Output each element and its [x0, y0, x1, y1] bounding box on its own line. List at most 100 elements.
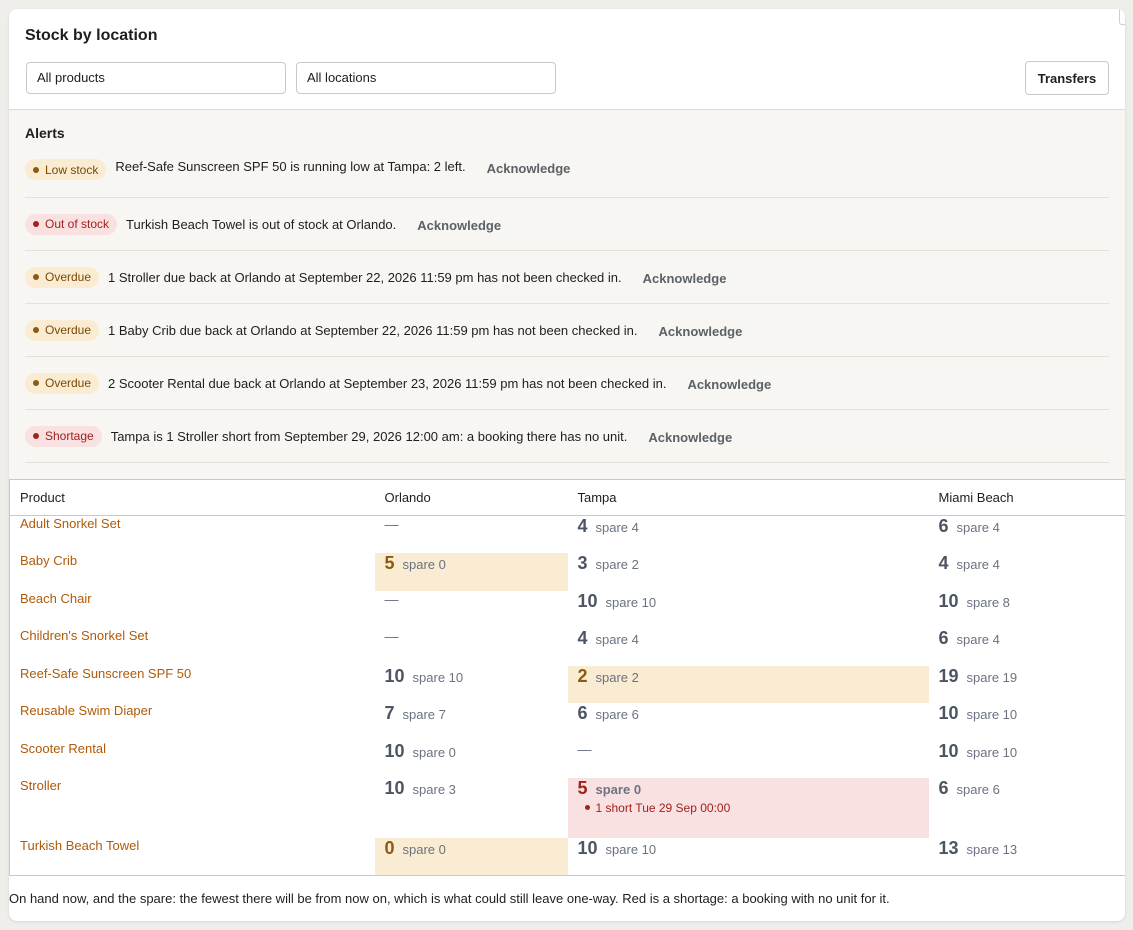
table-row: Adult Snorkel Set — 4 spare 4 6 spare 4 — [10, 516, 1126, 554]
table-row: Beach Chair — 10 spare 10 10 spare 8 — [10, 591, 1126, 629]
status-dot-icon — [584, 805, 590, 810]
status-dot-icon — [33, 166, 39, 173]
on-hand-qty: 10 — [384, 778, 405, 798]
spare-qty: spare 10 — [605, 594, 657, 610]
stock-cell: 2 spare 2 — [567, 665, 929, 703]
on-hand-qty: 2 — [577, 665, 588, 686]
alert-message: Tampa is 1 Stroller short from September… — [110, 428, 628, 444]
spare-qty: spare 10 — [605, 842, 657, 857]
alert-row: Overdue 2 Scooter Rental due back at Orla… — [25, 357, 1109, 410]
shortage-note: 1 short Tue 29 Sep 00:00 — [578, 801, 919, 815]
product-link[interactable]: Baby Crib — [20, 553, 77, 568]
on-hand-qty: 5 — [577, 778, 588, 798]
stock-cell: 10 spare 10 — [568, 591, 929, 629]
product-link[interactable]: Turkish Beach Towel — [20, 838, 139, 853]
acknowledge-button[interactable]: Acknowledge — [687, 375, 771, 392]
spare-qty: spare 3 — [412, 782, 456, 797]
status-dot-icon — [33, 274, 39, 280]
spare-qty: spare 0 — [402, 557, 446, 572]
stock-cell: — — [375, 628, 568, 666]
alert-badge-label: Shortage — [45, 429, 94, 443]
on-hand-qty: 10 — [577, 590, 598, 611]
shortage-note-text: 1 short Tue 29 Sep 00:00 — [595, 801, 731, 815]
column-header-tampa: Tampa — [567, 479, 929, 516]
product-link[interactable]: Children's Snorkel Set — [20, 628, 148, 643]
product-cell: Reef-Safe Sunscreen SPF 50 — [10, 666, 375, 704]
product-cell: Baby Crib — [10, 553, 375, 591]
acknowledge-button[interactable]: Acknowledge — [487, 159, 571, 176]
stock-cell: 6 spare 6 — [929, 778, 1126, 838]
alert-message: 1 Stroller due back at Orlando at Septem… — [108, 269, 622, 285]
status-dot-icon — [33, 380, 39, 386]
product-cell: Scooter Rental — [10, 741, 375, 779]
table-row: Stroller 10 spare 3 5 spare 0 1 short Tue 29 … — [10, 778, 1126, 838]
on-hand-qty: 10 — [938, 703, 959, 723]
product-cell: Turkish Beach Towel — [10, 838, 375, 876]
status-dot-icon — [33, 221, 39, 227]
alert-message: 1 Baby Crib due back at Orlando at Septe… — [108, 322, 638, 338]
product-link[interactable]: Stroller — [20, 778, 61, 793]
locations-filter-select[interactable]: All locations — [296, 62, 556, 94]
product-link[interactable]: Adult Snorkel Set — [20, 516, 120, 531]
stock-cell: 10 spare 10 — [929, 703, 1126, 741]
stock-cell: 10 spare 10 — [568, 838, 929, 876]
on-hand-qty: 10 — [384, 740, 405, 761]
alerts-title: Alerts — [25, 125, 65, 141]
on-hand-qty: 4 — [577, 628, 588, 648]
spare-qty: spare 10 — [966, 744, 1018, 760]
alert-badge-label: Overdue — [45, 376, 92, 390]
spare-qty: spare 7 — [402, 707, 446, 722]
table-header-row: Product Orlando Tampa Miami Beach — [9, 479, 1125, 516]
transfers-button[interactable]: Transfers — [1025, 61, 1109, 95]
spare-qty: spare 10 — [966, 707, 1018, 722]
on-hand-qty: 10 — [938, 740, 959, 761]
on-hand-qty: 6 — [938, 628, 949, 648]
acknowledge-button[interactable]: Acknowledge — [417, 216, 501, 233]
product-link[interactable]: Reef-Safe Sunscreen SPF 50 — [20, 666, 191, 681]
acknowledge-button[interactable]: Acknowledge — [648, 428, 732, 445]
stock-cell: — — [568, 741, 929, 779]
product-cell: Reusable Swim Diaper — [10, 703, 375, 741]
stock-cell: — — [375, 591, 568, 629]
stock-cell: 5 spare 0 — [374, 553, 568, 591]
spare-qty: spare 8 — [966, 594, 1010, 610]
alert-message: 2 Scooter Rental due back at Orlando at … — [108, 375, 667, 391]
product-link[interactable]: Beach Chair — [20, 591, 92, 606]
stock-card: Stock by location All products All locat… — [9, 9, 1125, 921]
spare-qty: spare 4 — [595, 520, 639, 535]
alert-row: Overdue 1 Baby Crib due back at Orlando a… — [25, 304, 1109, 357]
spare-qty: spare 2 — [595, 669, 639, 685]
alert-row: Shortage Tampa is 1 Stroller short from S… — [25, 410, 1109, 463]
on-hand-qty: 10 — [938, 590, 959, 611]
no-stock-dash: — — [384, 516, 399, 532]
product-link[interactable]: Scooter Rental — [20, 741, 106, 756]
on-hand-qty: 0 — [384, 838, 395, 858]
table-row: Baby Crib 5 spare 0 3 spare 2 4 spare 4 — [10, 553, 1126, 591]
stock-table: Product Orlando Tampa Miami Beach Adult … — [9, 479, 1125, 876]
no-stock-dash: — — [577, 740, 592, 757]
table-row: Reef-Safe Sunscreen SPF 50 10 spare 10 2 spa… — [10, 665, 1126, 704]
alert-badge: Out of stock — [25, 213, 118, 235]
product-cell: Stroller — [10, 778, 375, 838]
spare-qty: spare 0 — [402, 842, 446, 857]
alert-badge: Overdue — [25, 319, 100, 341]
table-row: Scooter Rental 10 spare 0 — 10 spare 10 — [10, 741, 1126, 779]
on-hand-qty: 6 — [577, 703, 588, 723]
alert-badge: Shortage — [25, 425, 102, 447]
header: Stock by location All products All locat… — [9, 9, 1125, 110]
no-stock-dash: — — [384, 628, 399, 644]
stock-cell: 10 spare 0 — [375, 741, 568, 779]
product-link[interactable]: Reusable Swim Diaper — [20, 703, 152, 718]
acknowledge-button[interactable]: Acknowledge — [659, 322, 743, 339]
alert-message: Reef-Safe Sunscreen SPF 50 is running lo… — [115, 159, 466, 174]
table-row: Children's Snorkel Set — 4 spare 4 6 spare 4 — [10, 628, 1126, 666]
spare-qty: spare 10 — [412, 669, 464, 685]
page-title: Stock by location — [25, 27, 158, 44]
spare-qty: spare 4 — [956, 632, 1000, 647]
products-filter-select[interactable]: All products — [26, 62, 286, 94]
on-hand-qty: 19 — [938, 665, 959, 686]
alert-badge: Low stock — [25, 159, 107, 180]
alert-badge: Overdue — [25, 372, 100, 394]
stock-cell: 4 spare 4 — [568, 516, 929, 554]
acknowledge-button[interactable]: Acknowledge — [643, 269, 727, 286]
